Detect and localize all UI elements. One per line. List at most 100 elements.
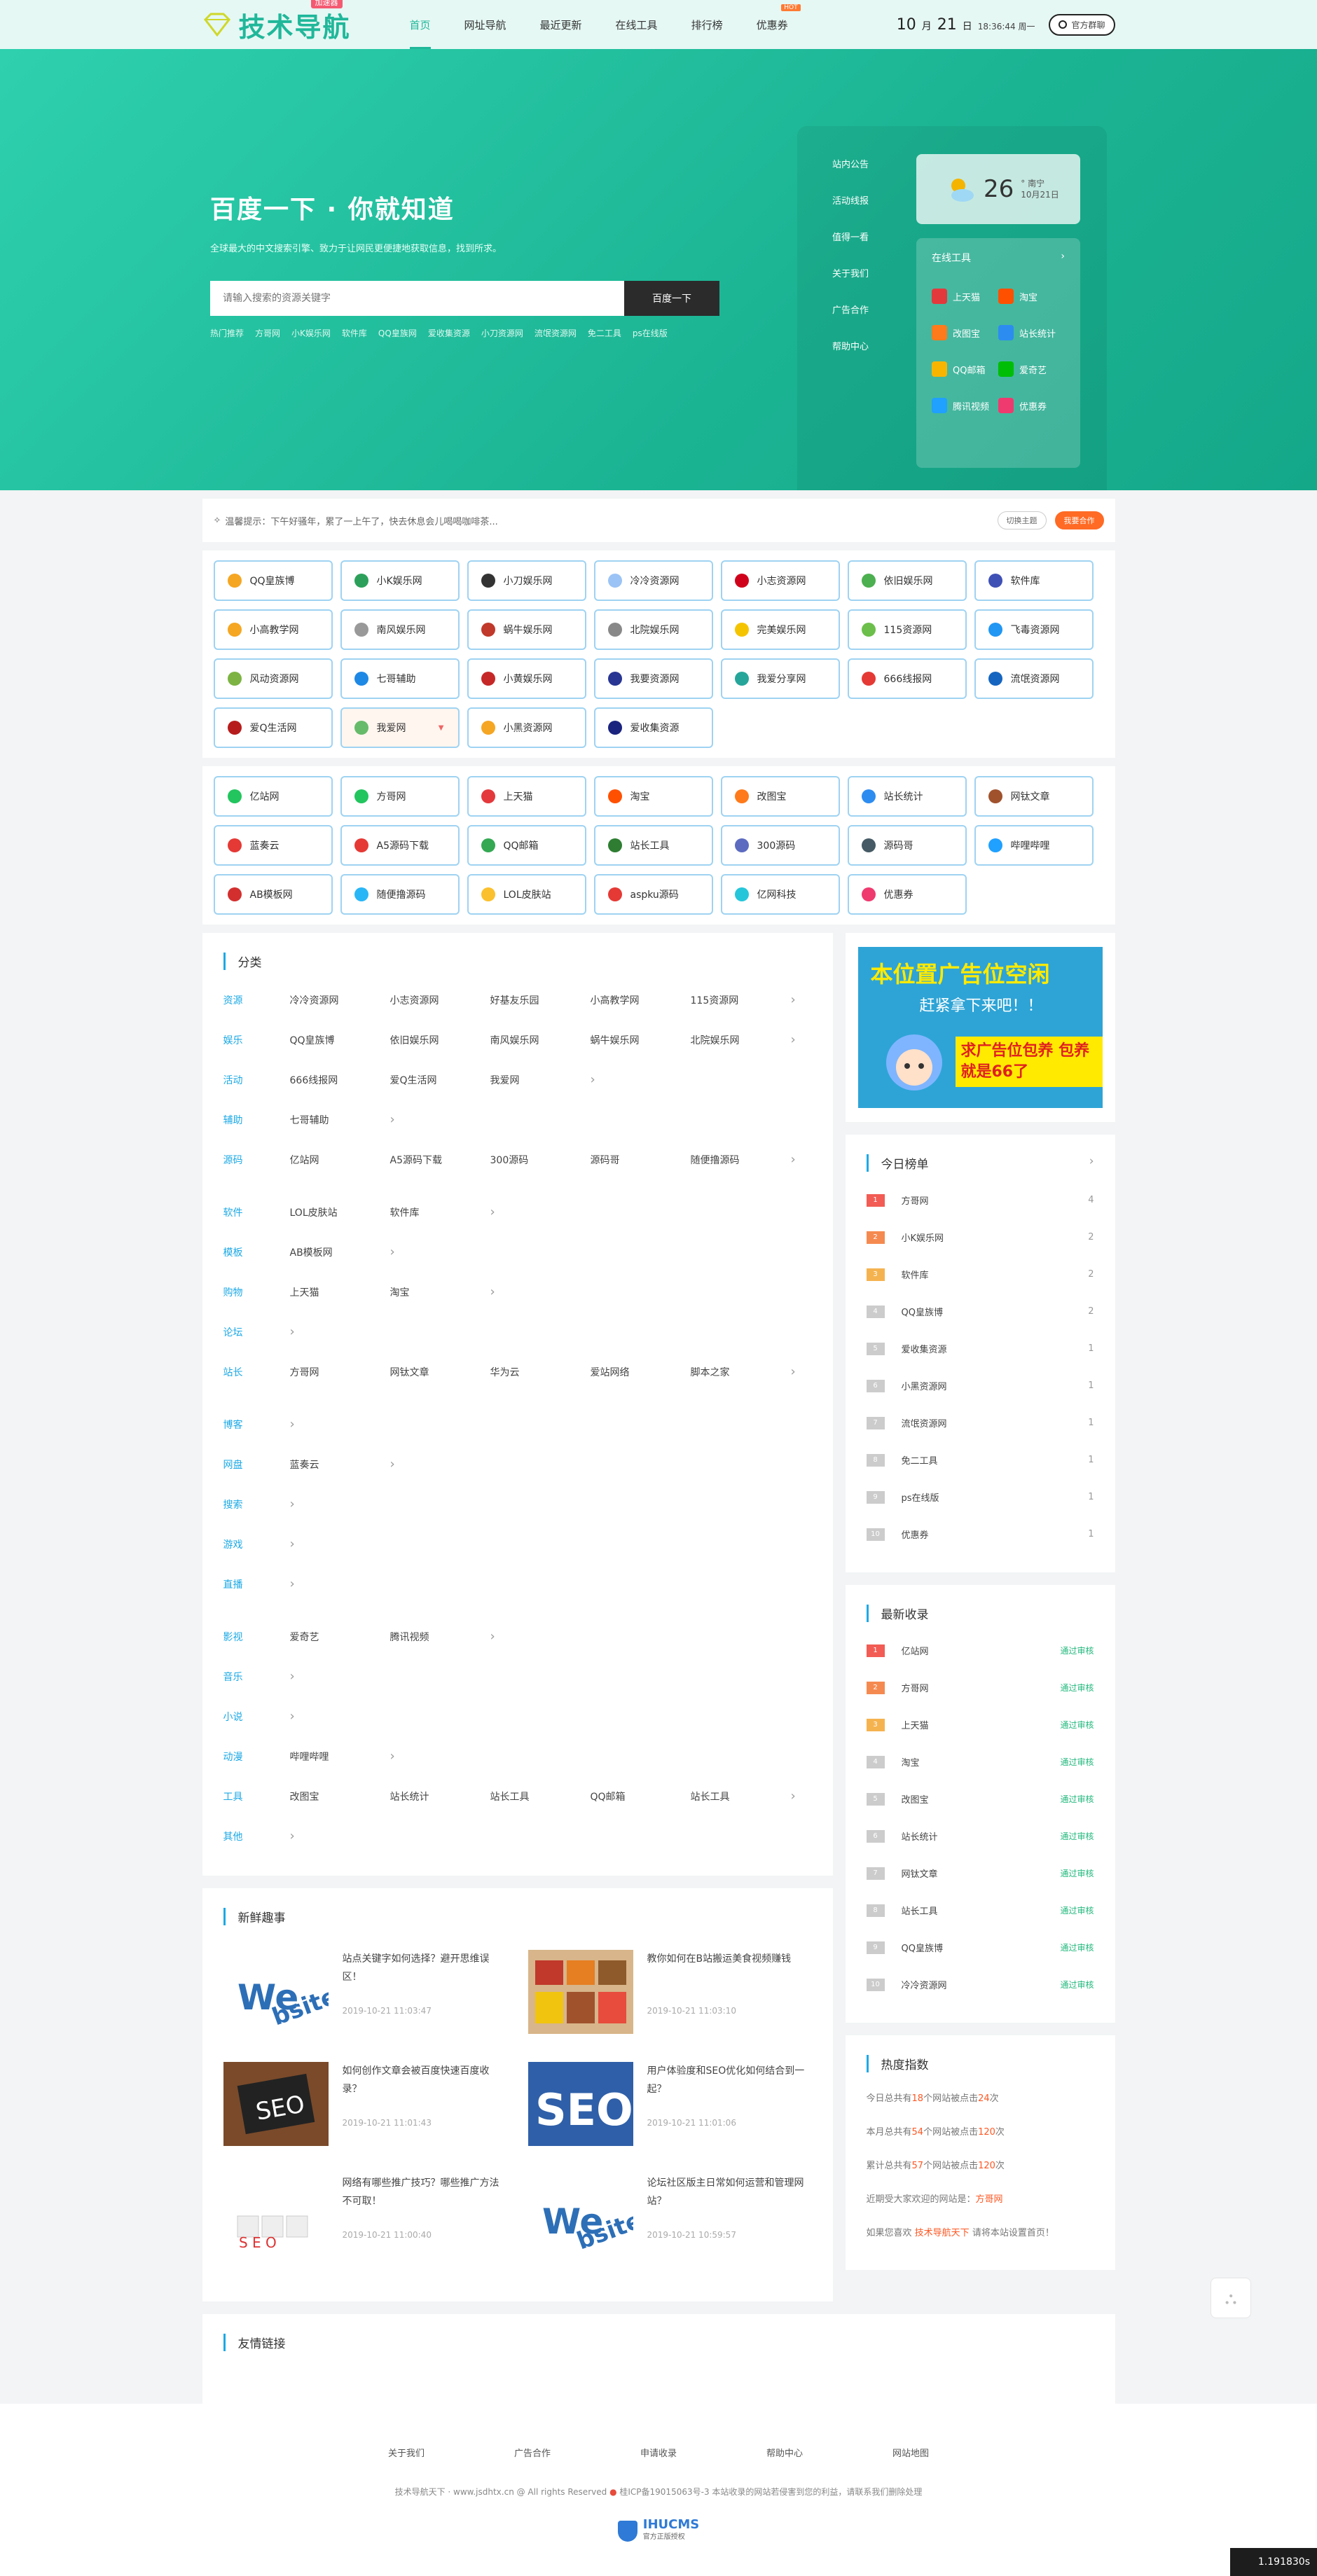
site-link[interactable]: 源码哥 xyxy=(847,825,967,866)
latest-item[interactable]: 2 方哥网 通过审核 xyxy=(866,1669,1094,1706)
tool-item[interactable]: 腾讯视频 xyxy=(932,398,998,413)
category-link[interactable]: 好基友乐园 xyxy=(490,993,591,1007)
category-link[interactable]: 小志资源网 xyxy=(390,993,490,1007)
latest-label[interactable]: 站长统计 xyxy=(902,1829,938,1843)
site-link[interactable]: 蓝奏云 xyxy=(213,825,333,866)
site-link[interactable]: 小志资源网 xyxy=(720,560,840,601)
category-link[interactable]: 我爱网 xyxy=(490,1073,591,1087)
site-logo[interactable]: 技术导航 加速器 xyxy=(202,0,364,44)
rank-label[interactable]: 软件库 xyxy=(902,1268,929,1281)
site-link[interactable]: 我爱网 ▼ xyxy=(340,707,460,748)
chevron-right-icon[interactable]: › xyxy=(290,1417,295,1432)
hot-keyword[interactable]: 软件库 xyxy=(342,327,367,339)
site-link[interactable]: 改图宝 xyxy=(720,776,840,817)
rank-item[interactable]: 2 小K娱乐网 2 xyxy=(866,1219,1094,1256)
category-link[interactable]: 改图宝 xyxy=(290,1789,390,1803)
chevron-right-icon[interactable]: › xyxy=(290,1829,295,1843)
category-link[interactable]: QQ邮箱 xyxy=(591,1789,691,1803)
category-link[interactable]: 七哥辅助 xyxy=(290,1113,390,1127)
ad-banner[interactable]: 本位置广告位空闲 赶紧拿下来吧！！ 求广告位包养 包养就是66了 xyxy=(857,947,1103,1108)
tool-item[interactable]: QQ邮箱 xyxy=(932,361,998,377)
category-link[interactable]: 华为云 xyxy=(490,1365,591,1379)
latest-label[interactable]: 改图宝 xyxy=(902,1792,929,1806)
homepage-link[interactable]: 技术导航天下 xyxy=(915,2228,970,2238)
rank-item[interactable]: 5 爱收集资源 1 xyxy=(866,1330,1094,1367)
category-key[interactable]: 网盘 xyxy=(223,1457,290,1471)
search-button[interactable]: 百度一下 xyxy=(624,281,719,316)
site-link[interactable]: A5源码下载 xyxy=(340,825,460,866)
nav-item-5[interactable]: 优惠券 HOT xyxy=(740,0,805,49)
site-link[interactable]: 亿站网 xyxy=(213,776,333,817)
latest-label[interactable]: 站长工具 xyxy=(902,1904,938,1917)
latest-item[interactable]: 3 上天猫 通过审核 xyxy=(866,1706,1094,1743)
category-link[interactable]: 300源码 xyxy=(490,1153,591,1167)
chevron-right-icon[interactable]: › xyxy=(290,1577,295,1591)
category-link[interactable]: 腾讯视频 xyxy=(390,1630,490,1644)
tool-item[interactable]: 优惠券 xyxy=(998,398,1065,413)
chevron-right-icon[interactable]: › xyxy=(791,1789,796,1803)
nav-item-3[interactable]: 在线工具 xyxy=(599,0,675,49)
category-link[interactable]: 淘宝 xyxy=(390,1285,490,1299)
footer-link[interactable]: 关于我们 xyxy=(343,2446,469,2459)
news-thumbnail[interactable]: S E O xyxy=(223,2174,329,2258)
category-key[interactable]: 游戏 xyxy=(223,1537,290,1551)
rank-label[interactable]: ps在线版 xyxy=(902,1490,939,1504)
category-key[interactable]: 博客 xyxy=(223,1418,290,1432)
rank-item[interactable]: 6 小黑资源网 1 xyxy=(866,1367,1094,1404)
icp-link[interactable]: 桂ICP备19015063号-3 xyxy=(619,2487,709,2497)
category-key[interactable]: 软件 xyxy=(223,1205,290,1219)
group-chat-button[interactable]: 官方群聊 xyxy=(1049,13,1115,36)
rank-label[interactable]: QQ皇族博 xyxy=(902,1305,943,1318)
news-title[interactable]: 站点关键字如何选择？避开思维误区！ xyxy=(343,1950,507,2006)
category-link[interactable]: 站长工具 xyxy=(691,1789,791,1803)
latest-item[interactable]: 7 网钛文章 通过审核 xyxy=(866,1855,1094,1892)
chevron-right-icon[interactable]: › xyxy=(791,1032,796,1047)
site-link[interactable]: 冷冷资源网 xyxy=(593,560,713,601)
category-key[interactable]: 动漫 xyxy=(223,1750,290,1764)
chevron-right-icon[interactable]: › xyxy=(290,1709,295,1724)
category-key[interactable]: 娱乐 xyxy=(223,1033,290,1047)
category-link[interactable]: LOL皮肤站 xyxy=(290,1205,390,1219)
site-link[interactable]: 流氓资源网 xyxy=(974,658,1094,699)
hot-keyword[interactable]: 小K娱乐网 xyxy=(291,327,331,339)
site-link[interactable]: LOL皮肤站 xyxy=(467,874,586,915)
category-link[interactable]: 上天猫 xyxy=(290,1285,390,1299)
category-link[interactable]: 115资源网 xyxy=(691,993,791,1007)
tool-item[interactable]: 上天猫 xyxy=(932,289,998,304)
site-link[interactable]: 七哥辅助 xyxy=(340,658,460,699)
footer-link[interactable]: 帮助中心 xyxy=(722,2446,848,2459)
site-link[interactable]: 哔哩哔哩 xyxy=(974,825,1094,866)
site-link[interactable]: 小K娱乐网 xyxy=(340,560,460,601)
chevron-right-icon[interactable]: › xyxy=(591,1072,595,1087)
chevron-right-icon[interactable]: › xyxy=(390,1245,395,1259)
category-link[interactable]: 随便撸源码 xyxy=(691,1153,791,1167)
category-key[interactable]: 论坛 xyxy=(223,1325,290,1339)
nav-item-4[interactable]: 排行榜 xyxy=(675,0,740,49)
news-item[interactable]: We bsite 站点关键字如何选择？避开思维误区！ 2019-10-21 11:03… xyxy=(223,1950,507,2034)
switch-theme-button[interactable]: 切换主题 xyxy=(997,511,1047,529)
site-link[interactable]: 小刀娱乐网 xyxy=(467,560,586,601)
latest-label[interactable]: QQ皇族博 xyxy=(902,1941,943,1954)
hot-keyword[interactable]: 爱收集资源 xyxy=(428,327,470,339)
category-key[interactable]: 辅助 xyxy=(223,1113,290,1127)
category-link[interactable]: QQ皇族博 xyxy=(290,1033,390,1047)
nav-item-0[interactable]: 首页 xyxy=(393,0,448,49)
chevron-right-icon[interactable]: › xyxy=(390,1112,395,1127)
side-link[interactable]: 关于我们 xyxy=(832,266,869,279)
popular-site-link[interactable]: 方哥网 xyxy=(976,2194,1003,2205)
site-link[interactable]: 淘宝 xyxy=(593,776,713,817)
rank-label[interactable]: 方哥网 xyxy=(902,1193,929,1207)
category-link[interactable]: 爱站网络 xyxy=(591,1365,691,1379)
latest-label[interactable]: 亿站网 xyxy=(902,1644,929,1657)
category-link[interactable]: 亿站网 xyxy=(290,1153,390,1167)
hot-keyword[interactable]: 流氓资源网 xyxy=(535,327,577,339)
category-link[interactable]: 蓝奏云 xyxy=(290,1457,390,1471)
side-link[interactable]: 站内公告 xyxy=(832,157,869,170)
site-link[interactable]: 南风娱乐网 xyxy=(340,609,460,650)
news-item[interactable]: S E O 网络有哪些推广技巧？哪些推广方法不可取！ 2019-10-21 11:0… xyxy=(223,2174,507,2258)
category-link[interactable]: 方哥网 xyxy=(290,1365,390,1379)
site-link[interactable]: 风动资源网 xyxy=(213,658,333,699)
search-input[interactable] xyxy=(210,281,624,316)
latest-label[interactable]: 网钛文章 xyxy=(902,1867,938,1880)
category-link[interactable]: 666线报网 xyxy=(290,1073,390,1087)
